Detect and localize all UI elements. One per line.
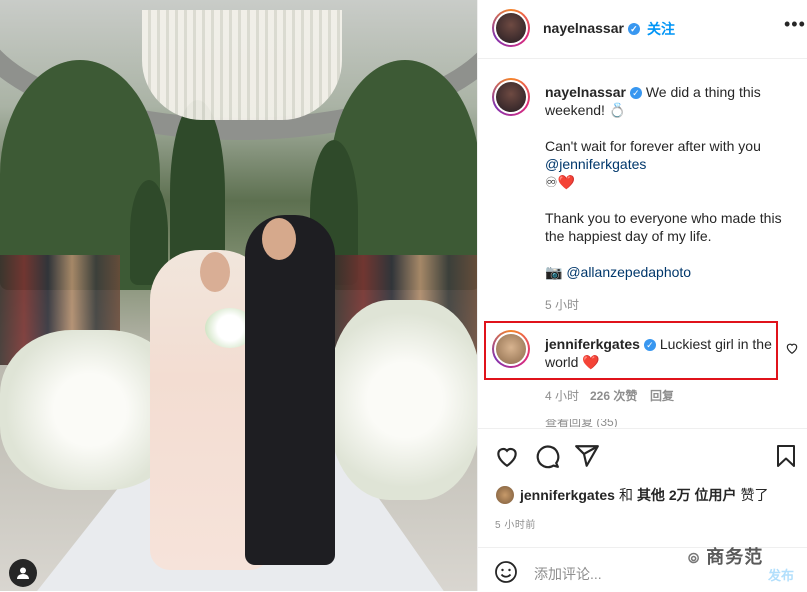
comment-time[interactable]: 4 小时: [545, 387, 579, 404]
post-time[interactable]: 5 小时前: [495, 516, 536, 531]
groom-head: [262, 218, 296, 260]
comment-icon[interactable]: [534, 443, 560, 469]
heart-icon[interactable]: [494, 443, 520, 469]
bookmark-icon[interactable]: [774, 443, 798, 469]
commenter-avatar[interactable]: [492, 330, 530, 368]
share-icon[interactable]: [574, 443, 600, 469]
likes-suffix: 赞了: [740, 487, 769, 503]
author-avatar[interactable]: [492, 9, 530, 47]
caption-emojis: ♾❤️: [545, 174, 575, 190]
comment-heart-icon[interactable]: [785, 341, 799, 355]
flower-bed-right: [330, 300, 477, 500]
caption-line: Can't wait for forever after with you: [545, 138, 761, 154]
caption-author[interactable]: nayelnassar: [545, 84, 626, 100]
groom: [245, 215, 335, 565]
post-header: nayelnassar ✓ 关注 •••: [478, 0, 807, 59]
likes-summary[interactable]: jenniferkgates 和 其他 2万 位用户 赞了: [496, 485, 769, 505]
divider: [478, 428, 807, 429]
post-photo[interactable]: [0, 0, 477, 591]
caption-line: Thank you to everyone who made this: [545, 210, 782, 226]
flower-chandelier: [142, 10, 342, 120]
caption: nayelnassar ✓ We did a thing this weekend…: [545, 83, 795, 281]
caption-line: We did a thing this: [645, 84, 761, 100]
caption-time[interactable]: 5 小时: [545, 296, 579, 313]
camera-icon: 📷: [545, 264, 563, 280]
emoji-icon[interactable]: [494, 560, 518, 584]
likes-joiner: 和: [618, 487, 633, 503]
caption-line: weekend! 💍: [545, 102, 627, 118]
comment: jenniferkgates ✓ Luckiest girl in the wor…: [545, 335, 780, 371]
caption-line: the happiest day of my life.: [545, 228, 712, 244]
mention-link[interactable]: @jenniferkgates: [545, 155, 795, 173]
comment-text: Luckiest girl in the: [659, 336, 772, 352]
comment-input[interactable]: 添加评论...: [534, 564, 602, 584]
post-side-panel: nayelnassar ✓ 关注 ••• nayelnassar ✓ We did …: [477, 0, 807, 591]
caption-author-avatar[interactable]: [492, 78, 530, 116]
liker-username[interactable]: jenniferkgates: [520, 487, 615, 503]
liker-avatar: [496, 486, 514, 504]
reply-button[interactable]: 回复: [650, 387, 674, 404]
commenter-username[interactable]: jenniferkgates: [545, 336, 640, 352]
author-username[interactable]: nayelnassar ✓: [543, 20, 640, 36]
comment-likes[interactable]: 226 次赞: [590, 387, 637, 404]
more-options-icon[interactable]: •••: [784, 14, 806, 35]
view-replies-button[interactable]: 查看回复 (35): [545, 419, 618, 427]
post-comment-button[interactable]: 发布: [768, 565, 794, 584]
verified-badge-icon: ✓: [629, 87, 642, 100]
comment-text: world ❤️: [545, 354, 600, 370]
user-tag-icon[interactable]: [9, 559, 37, 587]
verified-badge-icon: ✓: [643, 339, 656, 352]
wechat-icon: ⦾: [688, 550, 701, 566]
bride-head: [200, 252, 230, 292]
follow-button[interactable]: 关注: [647, 19, 675, 39]
photo-credit-link[interactable]: @allanzepedaphoto: [566, 264, 691, 280]
verified-badge-icon: ✓: [627, 23, 640, 36]
watermark: ⦾ 商务范: [688, 547, 764, 567]
likes-others[interactable]: 其他 2万 位用户: [637, 485, 737, 505]
